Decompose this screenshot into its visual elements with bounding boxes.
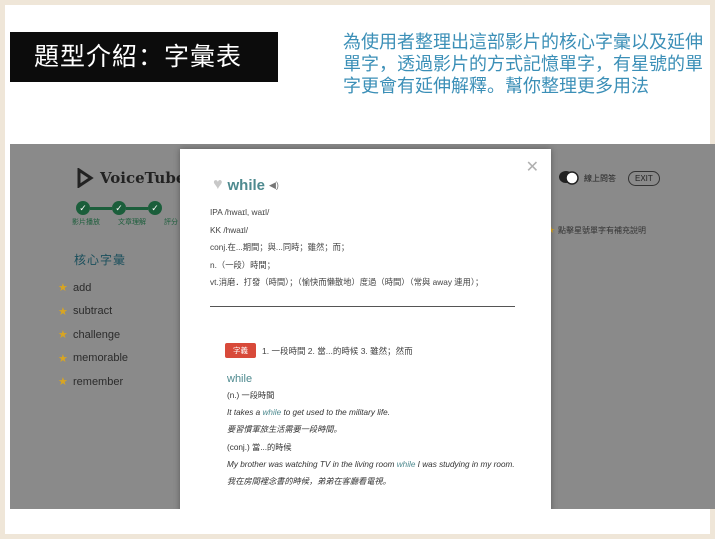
star-icon: ★ [58,282,68,295]
step-label: 文章理解 [118,219,146,226]
meaning-tag: 字義 [225,343,256,358]
entry-word: while [227,373,253,385]
example-translation: 我在房間裡念書的時候，弟弟在客廳看電視。 [227,477,391,487]
meaning-list: 1. 一段時間 2. 當...的時候 3. 雖然；然而 [262,345,413,356]
example-sentence: It takes a while to get used to the mili… [227,404,527,421]
example-text: My brother was watching TV in the living… [227,459,397,469]
vocab-item[interactable]: ★ remember [58,370,128,394]
divider [210,306,515,307]
qa-label[interactable]: 線上問答 [584,173,616,184]
heart-icon[interactable]: ♥ [213,176,223,194]
vocab-item[interactable]: ★ add [58,276,128,300]
example-translation: 要習慣軍旅生活需要一段時間。 [227,425,342,435]
ipa: IPA /hwaɪl, waɪl/ [210,207,270,217]
vocab-item[interactable]: ★ memorable [58,347,128,371]
check-icon[interactable]: ✓ [76,201,90,215]
word-header: ♥ while ◀) [213,176,279,194]
vocab-word: challenge [73,328,121,341]
star-note-text: 點擊星號單字有補充說明 [558,226,646,235]
definitions: IPA /hwaɪl, waɪl/ KK /hwaɪl/ conj.在...期間… [210,204,530,292]
entry-conj: (conj.) 當...的時候 [227,442,292,452]
def-vt: vt.消磨．打發（時間）；（愉快而懶散地）度過（時間）（常與 away 連用）； [210,277,484,287]
app-logo[interactable]: VoiceTube [76,168,185,188]
slide-caption: 為使用者整理出這部影片的核心字彙以及延伸單字，透過影片的方式記憶單字，有星號的單… [343,32,703,97]
slide-title: 題型介紹：字彙表 [10,32,278,82]
top-right-controls: 線上問答 EXIT [558,169,660,187]
step-label: 評分 [164,219,178,226]
vocab-item[interactable]: ★ subtract [58,300,128,324]
entry-noun: (n.) 一段時間 [227,391,275,400]
step-connector [90,206,112,210]
example-text: to get used to the military life. [281,408,390,418]
progress-steps: ✓ ✓ ✓ [76,201,162,215]
exit-button[interactable]: EXIT [628,170,660,186]
star-icon: ★ [58,352,68,365]
def-n: n.（一段）時間； [210,259,275,270]
example-sentence: My brother was watching TV in the living… [227,456,527,473]
headword: while [227,176,266,194]
word-popup: ✕ ♥ while ◀) IPA /hwaɪl, waɪl/ KK /hwaɪl… [180,149,551,509]
check-icon[interactable]: ✓ [112,201,126,215]
example-keyword: while [262,408,282,418]
check-icon[interactable]: ✓ [148,201,162,215]
example-text: I was studying in my room. [415,459,515,469]
star-icon: ★ [58,305,68,318]
vocab-word: memorable [73,352,129,365]
example-text: It takes a [227,408,263,418]
chat-icon[interactable] [558,169,580,187]
meaning-row: 字義 1. 一段時間 2. 當...的時候 3. 雖然；然而 [225,343,413,358]
vocab-word: subtract [73,305,113,318]
close-icon[interactable]: ✕ [526,157,539,177]
step-label: 影片播放 [72,219,100,226]
vocab-word: remember [73,375,124,388]
speaker-icon[interactable]: ◀) [269,180,279,191]
example-keyword: while [396,459,416,469]
def-conj: conj.在...期間；與...同時；雖然；而； [210,242,350,252]
vocab-list: ★ add ★ subtract ★ challenge ★ memorable ★ re… [58,276,128,394]
vocab-heading: 核心字彙 [74,253,127,267]
entry-examples: (n.) 一段時間 It takes a while to get used t… [227,387,527,490]
kk: KK /hwaɪl/ [210,224,249,235]
app-screenshot: VoiceTube ✓ ✓ ✓ 影片播放 文章理解 評分 核心字彙 ★ add ★… [10,144,715,509]
star-note: ★ 點擊星號單字有補充說明 [547,225,646,236]
star-icon: ★ [58,329,68,342]
vocab-word: add [73,281,92,294]
star-icon: ★ [58,376,68,389]
logo-text: VoiceTube [100,169,186,187]
step-labels: 影片播放 文章理解 評分 [72,217,178,227]
step-connector [126,206,148,210]
slide-frame: 題型介紹：字彙表 為使用者整理出這部影片的核心字彙以及延伸單字，透過影片的方式記… [0,0,715,539]
logo-icon [77,168,94,188]
vocab-item[interactable]: ★ challenge [58,323,128,347]
